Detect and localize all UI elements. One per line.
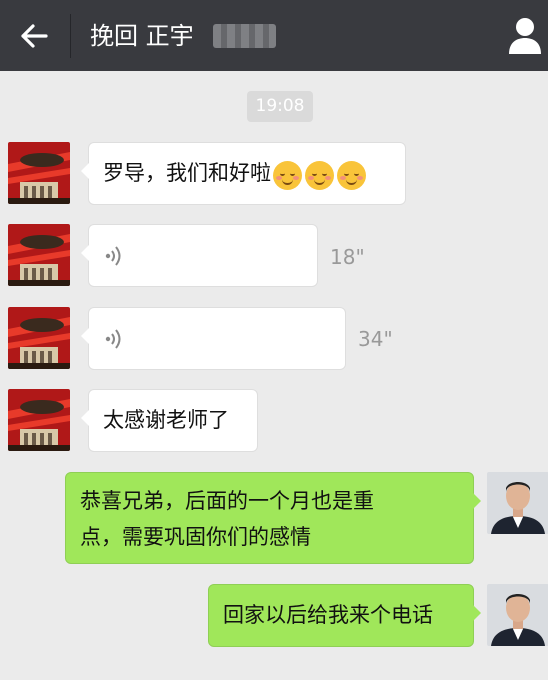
message-text: 恭喜兄弟，后面的一个月也是重 点，需要巩固你们的感情: [80, 483, 374, 555]
message-bubble-outgoing[interactable]: 回家以后给我来个电话: [208, 584, 481, 647]
album-art-image: [8, 224, 70, 286]
voice-wave-icon: [105, 246, 121, 266]
album-art-image: [8, 142, 70, 204]
album-art-image: [8, 389, 70, 451]
chat-header: 挽回 正宇: [0, 0, 548, 71]
back-arrow-icon[interactable]: [16, 18, 52, 54]
voice-duration: 18": [330, 245, 365, 269]
person-icon[interactable]: [507, 16, 543, 54]
message-line: 恭喜兄弟，后面的一个月也是重: [80, 489, 374, 513]
message-bubble-incoming[interactable]: 罗导，我们和好啦: [81, 142, 406, 205]
contact-avatar[interactable]: [8, 389, 70, 451]
chat-title: 挽回 正宇: [90, 22, 194, 50]
voice-wave-icon: [105, 329, 121, 349]
user-avatar[interactable]: [487, 584, 548, 646]
blurred-name-block: [213, 24, 276, 48]
message-text: 太感谢老师了: [103, 408, 229, 432]
header-divider: [70, 14, 71, 58]
user-avatar[interactable]: [487, 472, 548, 534]
voice-duration: 34": [358, 327, 393, 351]
album-art-image: [8, 307, 70, 369]
blushing-smile-icon: [305, 160, 334, 190]
contact-avatar[interactable]: [8, 142, 70, 204]
message-bubble-incoming[interactable]: 太感谢老师了: [81, 389, 258, 452]
contact-avatar[interactable]: [8, 307, 70, 369]
contact-avatar[interactable]: [8, 224, 70, 286]
message-bubble-outgoing[interactable]: 恭喜兄弟，后面的一个月也是重 点，需要巩固你们的感情: [65, 472, 481, 564]
message-text: 回家以后给我来个电话: [223, 603, 433, 627]
blushing-smile-icon: [337, 160, 366, 190]
blushing-smile-icon: [273, 160, 302, 190]
voice-message-bubble[interactable]: [81, 224, 318, 287]
timestamp-badge: 19:08: [247, 91, 313, 122]
user-photo-image: [487, 584, 548, 646]
user-photo-image: [487, 472, 548, 534]
emoji-group: [273, 156, 369, 192]
message-line: 点，需要巩固你们的感情: [80, 525, 311, 549]
voice-message-bubble[interactable]: [81, 307, 346, 370]
message-text: 罗导，我们和好啦: [103, 155, 369, 192]
